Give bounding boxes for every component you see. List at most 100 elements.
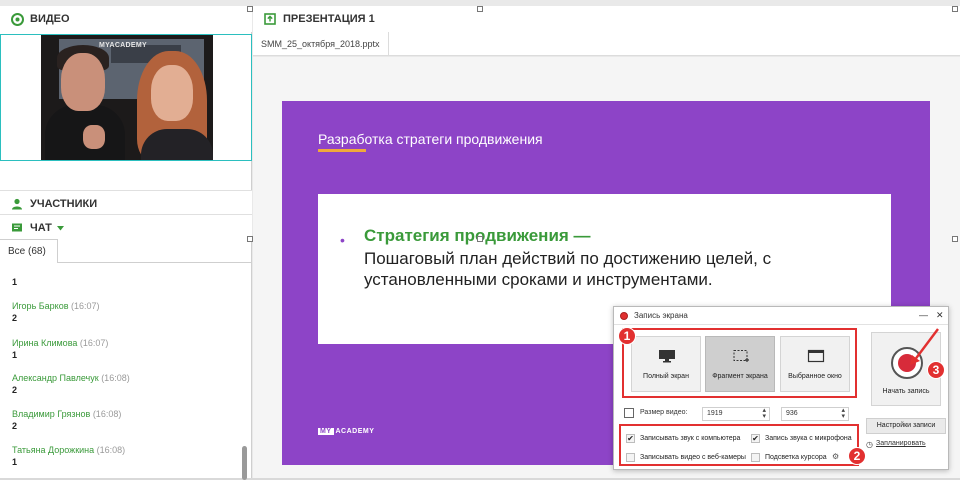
record-app-icon	[620, 312, 628, 320]
chat-message-header: Игорь Барков (16:07)	[12, 301, 100, 311]
recorder-title: Запись экрана	[634, 311, 688, 320]
presentation-panel-header[interactable]: ПРЕЗЕНТАЦИЯ 1	[253, 6, 960, 32]
chat-time: (16:08)	[96, 445, 126, 455]
option-label: Подсветка курсора	[765, 454, 827, 461]
video-panel-header[interactable]: ВИДЕО	[0, 6, 252, 32]
option-label: Запись звука с микрофона	[765, 435, 852, 442]
checkbox-unchecked-icon[interactable]	[751, 453, 760, 462]
option-label: Записывать видео с веб-камеры	[640, 454, 746, 461]
chat-panel-title: ЧАТ	[30, 221, 52, 234]
slide-logo-prefix: MY	[318, 428, 334, 435]
chat-message-header: Александр Павлечук (16:08)	[12, 373, 130, 383]
chat-author[interactable]: Ирина Климова	[12, 338, 77, 348]
chat-time: (16:08)	[92, 409, 122, 419]
capture-mode-group: Полный экран Фрагмент экрана Выбранное о…	[622, 328, 857, 398]
mode-label: Выбранное окно	[788, 373, 842, 380]
height-spinner-icon[interactable]: ▴ ▾	[841, 407, 845, 420]
video-size-label: Размер видео:	[640, 409, 688, 416]
chat-message-header: Татьяна Дорожкина (16:08)	[12, 445, 125, 455]
file-tab[interactable]: SMM_25_октября_2018.pptx	[253, 32, 389, 56]
person-1-hand	[83, 125, 105, 149]
chat-time: (16:07)	[79, 338, 109, 348]
mode-label: Полный экран	[643, 373, 689, 380]
checkbox-checked-icon[interactable]: ✔	[626, 434, 635, 443]
chat-tab-divider	[58, 262, 252, 263]
chat-message-text: 1	[12, 277, 18, 287]
chat-scrollbar[interactable]	[242, 446, 247, 480]
chat-panel-header[interactable]: ЧАТ	[0, 214, 252, 240]
mode-selected-window[interactable]: Выбранное окно	[780, 336, 850, 392]
chat-message-text: 1	[12, 350, 18, 360]
chat-tab-all[interactable]: Все (68)	[0, 239, 58, 263]
annotation-arrow-icon	[910, 328, 939, 365]
presentation-icon	[263, 12, 277, 26]
participants-panel-header[interactable]: УЧАСТНИКИ	[0, 190, 252, 216]
checkbox-checked-icon[interactable]: ✔	[751, 434, 760, 443]
minimize-button[interactable]: —	[919, 310, 928, 320]
video-panel-title: ВИДЕО	[30, 13, 70, 25]
chat-author[interactable]: Александр Павлечук	[12, 373, 99, 383]
annotation-badge-1: 1	[618, 327, 636, 345]
video-height-input[interactable]: 936 ▴ ▾	[781, 407, 849, 421]
slide-logo: MY ACADEMY	[318, 428, 374, 435]
close-button[interactable]: ✕	[936, 310, 944, 321]
selection-handle[interactable]	[247, 236, 253, 242]
chat-time: (16:08)	[101, 373, 130, 383]
mode-screen-fragment[interactable]: Фрагмент экрана	[705, 336, 775, 392]
chat-author[interactable]: Татьяна Дорожкина	[12, 445, 94, 455]
video-wall-text: MYACADEMY	[99, 42, 147, 49]
webcam-video: MYACADEMY	[41, 35, 213, 160]
participants-panel-title: УЧАСТНИКИ	[30, 197, 98, 210]
mode-full-screen[interactable]: Полный экран	[631, 336, 701, 392]
gear-icon[interactable]: ⚙	[832, 452, 839, 461]
video-feed: MYACADEMY	[0, 34, 252, 161]
slide-definition: Пошаговый план действий по достижению це…	[364, 249, 772, 289]
chat-message-text: 2	[12, 385, 18, 395]
chat-message-header: Владимир Грязнов (16:08)	[12, 409, 121, 419]
chat-time: (16:07)	[71, 301, 100, 311]
file-tab-bar: SMM_25_октября_2018.pptx	[253, 32, 960, 56]
app-window: ВИДЕО MYACADEMY УЧАСТНИКИ ЧАТ Все (68) 1…	[0, 0, 960, 480]
person-2-body	[141, 129, 213, 160]
checkbox-unchecked-icon[interactable]	[626, 453, 635, 462]
selection-handle[interactable]	[247, 6, 253, 12]
chat-message-text: 2	[12, 421, 18, 431]
monitor-icon	[658, 349, 676, 363]
person-1-face	[61, 53, 105, 111]
width-spinner-icon[interactable]: ▴ ▾	[762, 407, 766, 420]
selection-handle[interactable]	[477, 236, 483, 242]
video-height-value: 936	[786, 410, 798, 417]
start-recording-label: Начать запись	[882, 388, 930, 395]
chat-message-text: 2	[12, 313, 18, 323]
recording-settings-button[interactable]: Настройки записи	[866, 418, 946, 434]
selection-handle[interactable]	[952, 6, 958, 12]
user-icon	[10, 197, 24, 211]
slide-title-underline	[318, 149, 366, 152]
recording-options-group: ✔ Записывать звук с компьютера ✔ Запись …	[619, 424, 859, 466]
video-width-input[interactable]: 1919 ▴ ▾	[702, 407, 770, 421]
schedule-link[interactable]: Запланировать	[876, 440, 926, 447]
selection-handle[interactable]	[477, 6, 483, 12]
screen-recorder-window: Запись экрана — ✕ Полный экран Фрагмент …	[613, 306, 949, 470]
left-sidebar: ВИДЕО MYACADEMY УЧАСТНИКИ ЧАТ Все (68) 1…	[0, 6, 252, 480]
recorder-titlebar[interactable]: Запись экрана — ✕	[614, 307, 948, 325]
crop-icon	[732, 349, 750, 363]
mode-label: Фрагмент экрана	[712, 373, 768, 380]
size-icon	[624, 408, 634, 418]
bullet-icon: •	[340, 232, 345, 248]
chat-dropdown-icon[interactable]	[56, 222, 64, 234]
window-icon	[807, 349, 825, 363]
video-icon	[10, 12, 24, 26]
chat-author[interactable]: Владимир Грязнов	[12, 409, 90, 419]
person-2-face	[151, 65, 193, 121]
slide-title: Разработка стратеги продвижения	[318, 131, 543, 147]
chat-author[interactable]: Игорь Барков	[12, 301, 69, 311]
chat-message-text: 1	[12, 457, 18, 467]
selection-handle[interactable]	[952, 236, 958, 242]
chat-message-header: Ирина Климова (16:07)	[12, 338, 108, 348]
clock-icon: ◷	[866, 440, 873, 449]
presentation-panel-title: ПРЕЗЕНТАЦИЯ 1	[283, 13, 375, 25]
video-size-row: Размер видео: 1919 ▴ ▾ 936 ▴ ▾	[624, 407, 864, 421]
slide-logo-text: ACADEMY	[335, 428, 375, 435]
option-label: Записывать звук с компьютера	[640, 435, 741, 442]
